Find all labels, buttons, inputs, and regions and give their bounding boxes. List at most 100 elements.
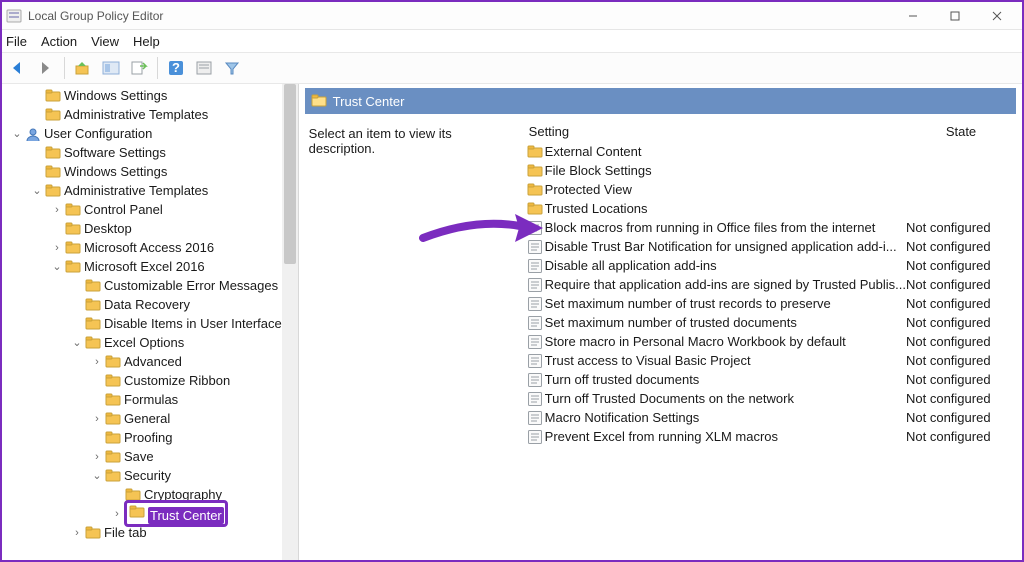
setting-name: File Block Settings (545, 163, 906, 178)
tree-node[interactable]: Disable Items in User Interface (2, 314, 298, 333)
settings-row[interactable]: Turn off trusted documentsNot configured (525, 370, 1016, 389)
setting-state: Not configured (906, 372, 1016, 387)
setting-name: Macro Notification Settings (545, 410, 906, 425)
setting-state: Not configured (906, 410, 1016, 425)
tree-pane[interactable]: Windows SettingsAdministrative Templates… (2, 84, 299, 560)
show-hide-button[interactable] (99, 56, 123, 80)
chevron-down-icon[interactable]: ⌄ (90, 469, 104, 482)
setting-name: Require that application add-ins are sig… (545, 277, 906, 292)
chevron-down-icon[interactable]: ⌄ (50, 260, 64, 273)
tree-node[interactable]: ⌄Excel Options (2, 333, 298, 352)
tree-node[interactable]: Windows Settings (2, 86, 298, 105)
col-state[interactable]: State (906, 124, 1016, 139)
tree-node[interactable]: ›Control Panel (2, 200, 298, 219)
export-button[interactable] (127, 56, 151, 80)
chevron-right-icon[interactable]: › (50, 204, 64, 216)
menu-view[interactable]: View (91, 34, 119, 49)
settings-row[interactable]: Set maximum number of trust records to p… (525, 294, 1016, 313)
chevron-down-icon[interactable]: ⌄ (70, 336, 84, 349)
properties-button[interactable] (192, 56, 216, 80)
chevron-down-icon[interactable]: ⌄ (10, 127, 24, 140)
chevron-down-icon[interactable]: ⌄ (30, 184, 44, 197)
settings-row[interactable]: Store macro in Personal Macro Workbook b… (525, 332, 1016, 351)
setting-state: Not configured (906, 296, 1016, 311)
maximize-button[interactable] (934, 5, 976, 27)
tree-node[interactable]: Formulas (2, 390, 298, 409)
folder-icon (44, 145, 62, 161)
settings-list[interactable]: Setting State External Content File Block… (525, 120, 1016, 554)
menu-action[interactable]: Action (41, 34, 77, 49)
setting-name: Disable Trust Bar Notification for unsig… (545, 239, 906, 254)
menu-help[interactable]: Help (133, 34, 160, 49)
tree-node[interactable]: Windows Settings (2, 162, 298, 181)
back-button[interactable] (6, 56, 30, 80)
setting-state: Not configured (906, 429, 1016, 444)
minimize-button[interactable] (892, 5, 934, 27)
titlebar[interactable]: Local Group Policy Editor (2, 2, 1022, 30)
tree-node[interactable]: Proofing (2, 428, 298, 447)
forward-button[interactable] (34, 56, 58, 80)
chevron-right-icon[interactable]: › (50, 242, 64, 254)
settings-row[interactable]: Disable all application add-insNot confi… (525, 256, 1016, 275)
tree-node[interactable]: Data Recovery (2, 295, 298, 314)
tree-node[interactable]: Customizable Error Messages (2, 276, 298, 295)
folder-icon (44, 183, 62, 199)
settings-row[interactable]: Trusted Locations (525, 199, 1016, 218)
tree-node[interactable]: Software Settings (2, 143, 298, 162)
tree-node[interactable]: Desktop (2, 219, 298, 238)
tree-node[interactable]: ›Save (2, 447, 298, 466)
tree-node[interactable]: Administrative Templates (2, 105, 298, 124)
details-header: Trust Center (305, 88, 1016, 114)
column-headers[interactable]: Setting State (525, 120, 1016, 142)
tree-node-label: Security (124, 468, 171, 483)
close-button[interactable] (976, 5, 1018, 27)
tree-node[interactable]: ›Advanced (2, 352, 298, 371)
tree-node[interactable]: ⌄ Security (2, 466, 298, 485)
tree-node[interactable]: ›Trust Center (2, 504, 298, 523)
col-setting[interactable]: Setting (525, 124, 906, 139)
tree-scrollbar[interactable] (282, 84, 298, 560)
chevron-right-icon[interactable]: › (90, 451, 104, 463)
settings-row[interactable]: External Content (525, 142, 1016, 161)
setting-name: Turn off trusted documents (545, 372, 906, 387)
folder-icon (104, 392, 122, 408)
settings-row[interactable]: Block macros from running in Office file… (525, 218, 1016, 237)
settings-row[interactable]: File Block Settings (525, 161, 1016, 180)
tree-node[interactable]: ›Microsoft Access 2016 (2, 238, 298, 257)
help-button[interactable]: ? (164, 56, 188, 80)
chevron-right-icon[interactable]: › (90, 413, 104, 425)
chevron-right-icon[interactable]: › (110, 508, 124, 520)
chevron-right-icon[interactable]: › (90, 356, 104, 368)
settings-row[interactable]: Trust access to Visual Basic ProjectNot … (525, 351, 1016, 370)
up-button[interactable] (71, 56, 95, 80)
tree-node[interactable]: Customize Ribbon (2, 371, 298, 390)
setting-icon (525, 372, 545, 388)
tree-node-label: Formulas (124, 392, 178, 407)
settings-row[interactable]: Prevent Excel from running XLM macrosNot… (525, 427, 1016, 446)
tree-node[interactable]: ⌄Microsoft Excel 2016 (2, 257, 298, 276)
settings-row[interactable]: Disable Trust Bar Notification for unsig… (525, 237, 1016, 256)
settings-row[interactable]: Require that application add-ins are sig… (525, 275, 1016, 294)
settings-row[interactable]: Protected View (525, 180, 1016, 199)
tree-node[interactable]: ⌄User Configuration (2, 124, 298, 143)
tree-node[interactable]: ⌄Administrative Templates (2, 181, 298, 200)
chevron-right-icon[interactable]: › (70, 527, 84, 539)
tree-node[interactable]: ›General (2, 409, 298, 428)
selected-tree-node: Trust Center (124, 500, 228, 527)
folder-icon (64, 240, 82, 256)
filter-button[interactable] (220, 56, 244, 80)
menu-file[interactable]: File (6, 34, 27, 49)
folder-icon (84, 335, 102, 351)
setting-state: Not configured (906, 220, 1016, 235)
folder-icon (44, 107, 62, 123)
tree-scrollbar-thumb[interactable] (284, 84, 296, 264)
settings-row[interactable]: Set maximum number of trusted documentsN… (525, 313, 1016, 332)
settings-row[interactable]: Macro Notification SettingsNot configure… (525, 408, 1016, 427)
setting-state: Not configured (906, 315, 1016, 330)
setting-icon (525, 277, 545, 293)
setting-state: Not configured (906, 391, 1016, 406)
settings-row[interactable]: Turn off Trusted Documents on the networ… (525, 389, 1016, 408)
folder-icon (64, 259, 82, 275)
tree-node-label: Software Settings (64, 145, 166, 160)
setting-icon (525, 296, 545, 312)
